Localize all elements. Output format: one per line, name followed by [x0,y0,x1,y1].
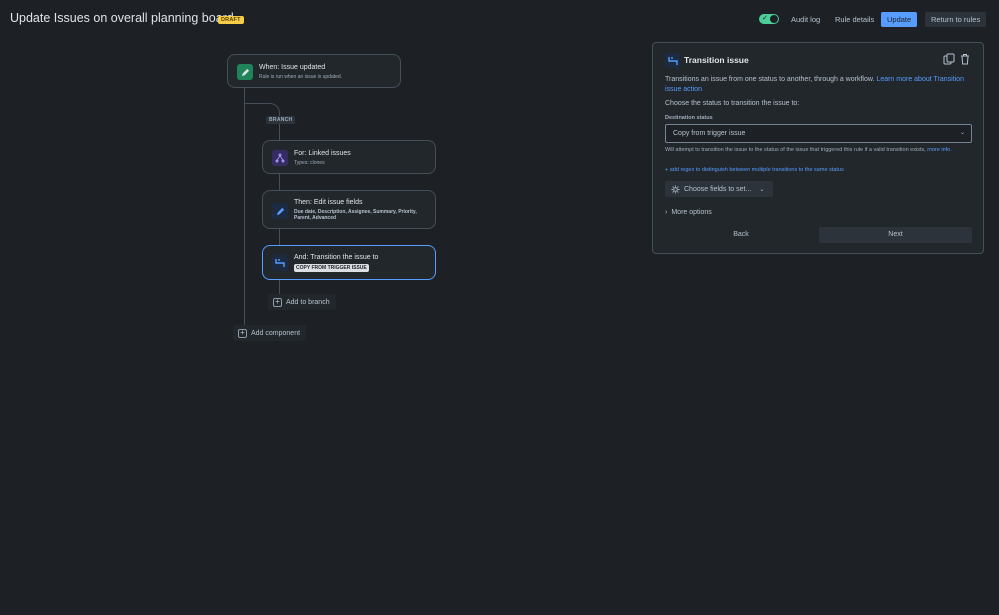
check-icon: ✓ [762,15,768,22]
chevron-down-icon: ⌄ [759,186,765,193]
rule-details-button[interactable]: Rule details [829,12,880,27]
status-hint: Will attempt to transition the issue to … [665,146,970,154]
add-component-label: Add component [251,329,301,337]
branch-label: BRANCH [266,116,296,124]
edit-subtitle: Due date, Description, Assignee, Summary… [294,209,417,221]
page-title: Update Issues on overall planning board [10,11,234,25]
chevron-down-icon: ⌄ [959,130,965,136]
next-button[interactable]: Next [819,227,972,243]
chevron-right-icon: › [665,209,668,216]
gear-icon [671,184,680,194]
branch-icon [272,150,288,166]
panel-title: Transition issue [684,55,749,65]
transition-card[interactable]: And: Transition the issue to COPY FROM T… [262,245,436,280]
copy-from-trigger-chip: COPY FROM TRIGGER ISSUE [294,264,369,272]
branch-title: For: Linked issues [294,150,351,157]
draft-badge: DRAFT [218,16,244,24]
pencil-icon [237,64,253,80]
add-component-button[interactable]: + Add component [233,325,307,341]
edit-title: Then: Edit issue fields [294,199,363,206]
add-to-branch-button[interactable]: + Add to branch [268,294,336,310]
choose-fields-label: Choose fields to set... [684,185,752,193]
hint-text: Will attempt to transition the issue to … [665,147,928,153]
rule-enabled-toggle[interactable]: ✓ [759,14,779,24]
return-to-rules-button[interactable]: Return to rules [925,12,987,27]
add-regex-link[interactable]: + add regex to distinguish between multi… [665,167,844,173]
edit-fields-card[interactable]: Then: Edit issue fields Due date, Descri… [262,190,436,229]
update-button[interactable]: Update [881,12,918,27]
trash-icon[interactable] [959,53,971,66]
component-config-panel: Transition issue Transitions an issue fr… [652,42,984,254]
branch-card[interactable]: For: Linked issues Types: clones [262,140,436,174]
panel-description: Transitions an issue from one status to … [665,75,975,95]
trigger-subtitle: Rule is run when an issue is updated. [259,74,343,80]
status-question: Choose the status to transition the issu… [665,100,800,107]
plus-icon: + [238,328,247,338]
description-text: Transitions an issue from one status to … [665,76,877,83]
destination-status-select[interactable]: Copy from trigger issue ⌄ [665,124,972,143]
trigger-title: When: Issue updated [259,64,326,71]
more-info-link[interactable]: more info. [927,147,951,153]
more-options-toggle[interactable]: › More options [665,209,712,216]
audit-log-button[interactable]: Audit log [785,12,826,27]
destination-status-label: Destination status [665,115,713,121]
duplicate-icon[interactable] [943,53,955,66]
transition-icon [665,53,680,68]
toggle-knob [770,15,778,23]
more-options-label: More options [671,209,712,216]
transition-icon [272,255,288,271]
branch-subtitle: Types: clones [294,160,325,166]
trigger-card[interactable]: When: Issue updated Rule is run when an … [227,54,401,88]
select-value: Copy from trigger issue [673,130,746,137]
plus-icon: + [273,297,282,307]
pencil-icon [272,203,288,219]
choose-fields-button[interactable]: Choose fields to set... ⌄ [665,181,773,197]
transition-title: And: Transition the issue to [294,254,379,261]
back-button[interactable]: Back [665,227,817,243]
add-to-branch-label: Add to branch [286,298,330,306]
